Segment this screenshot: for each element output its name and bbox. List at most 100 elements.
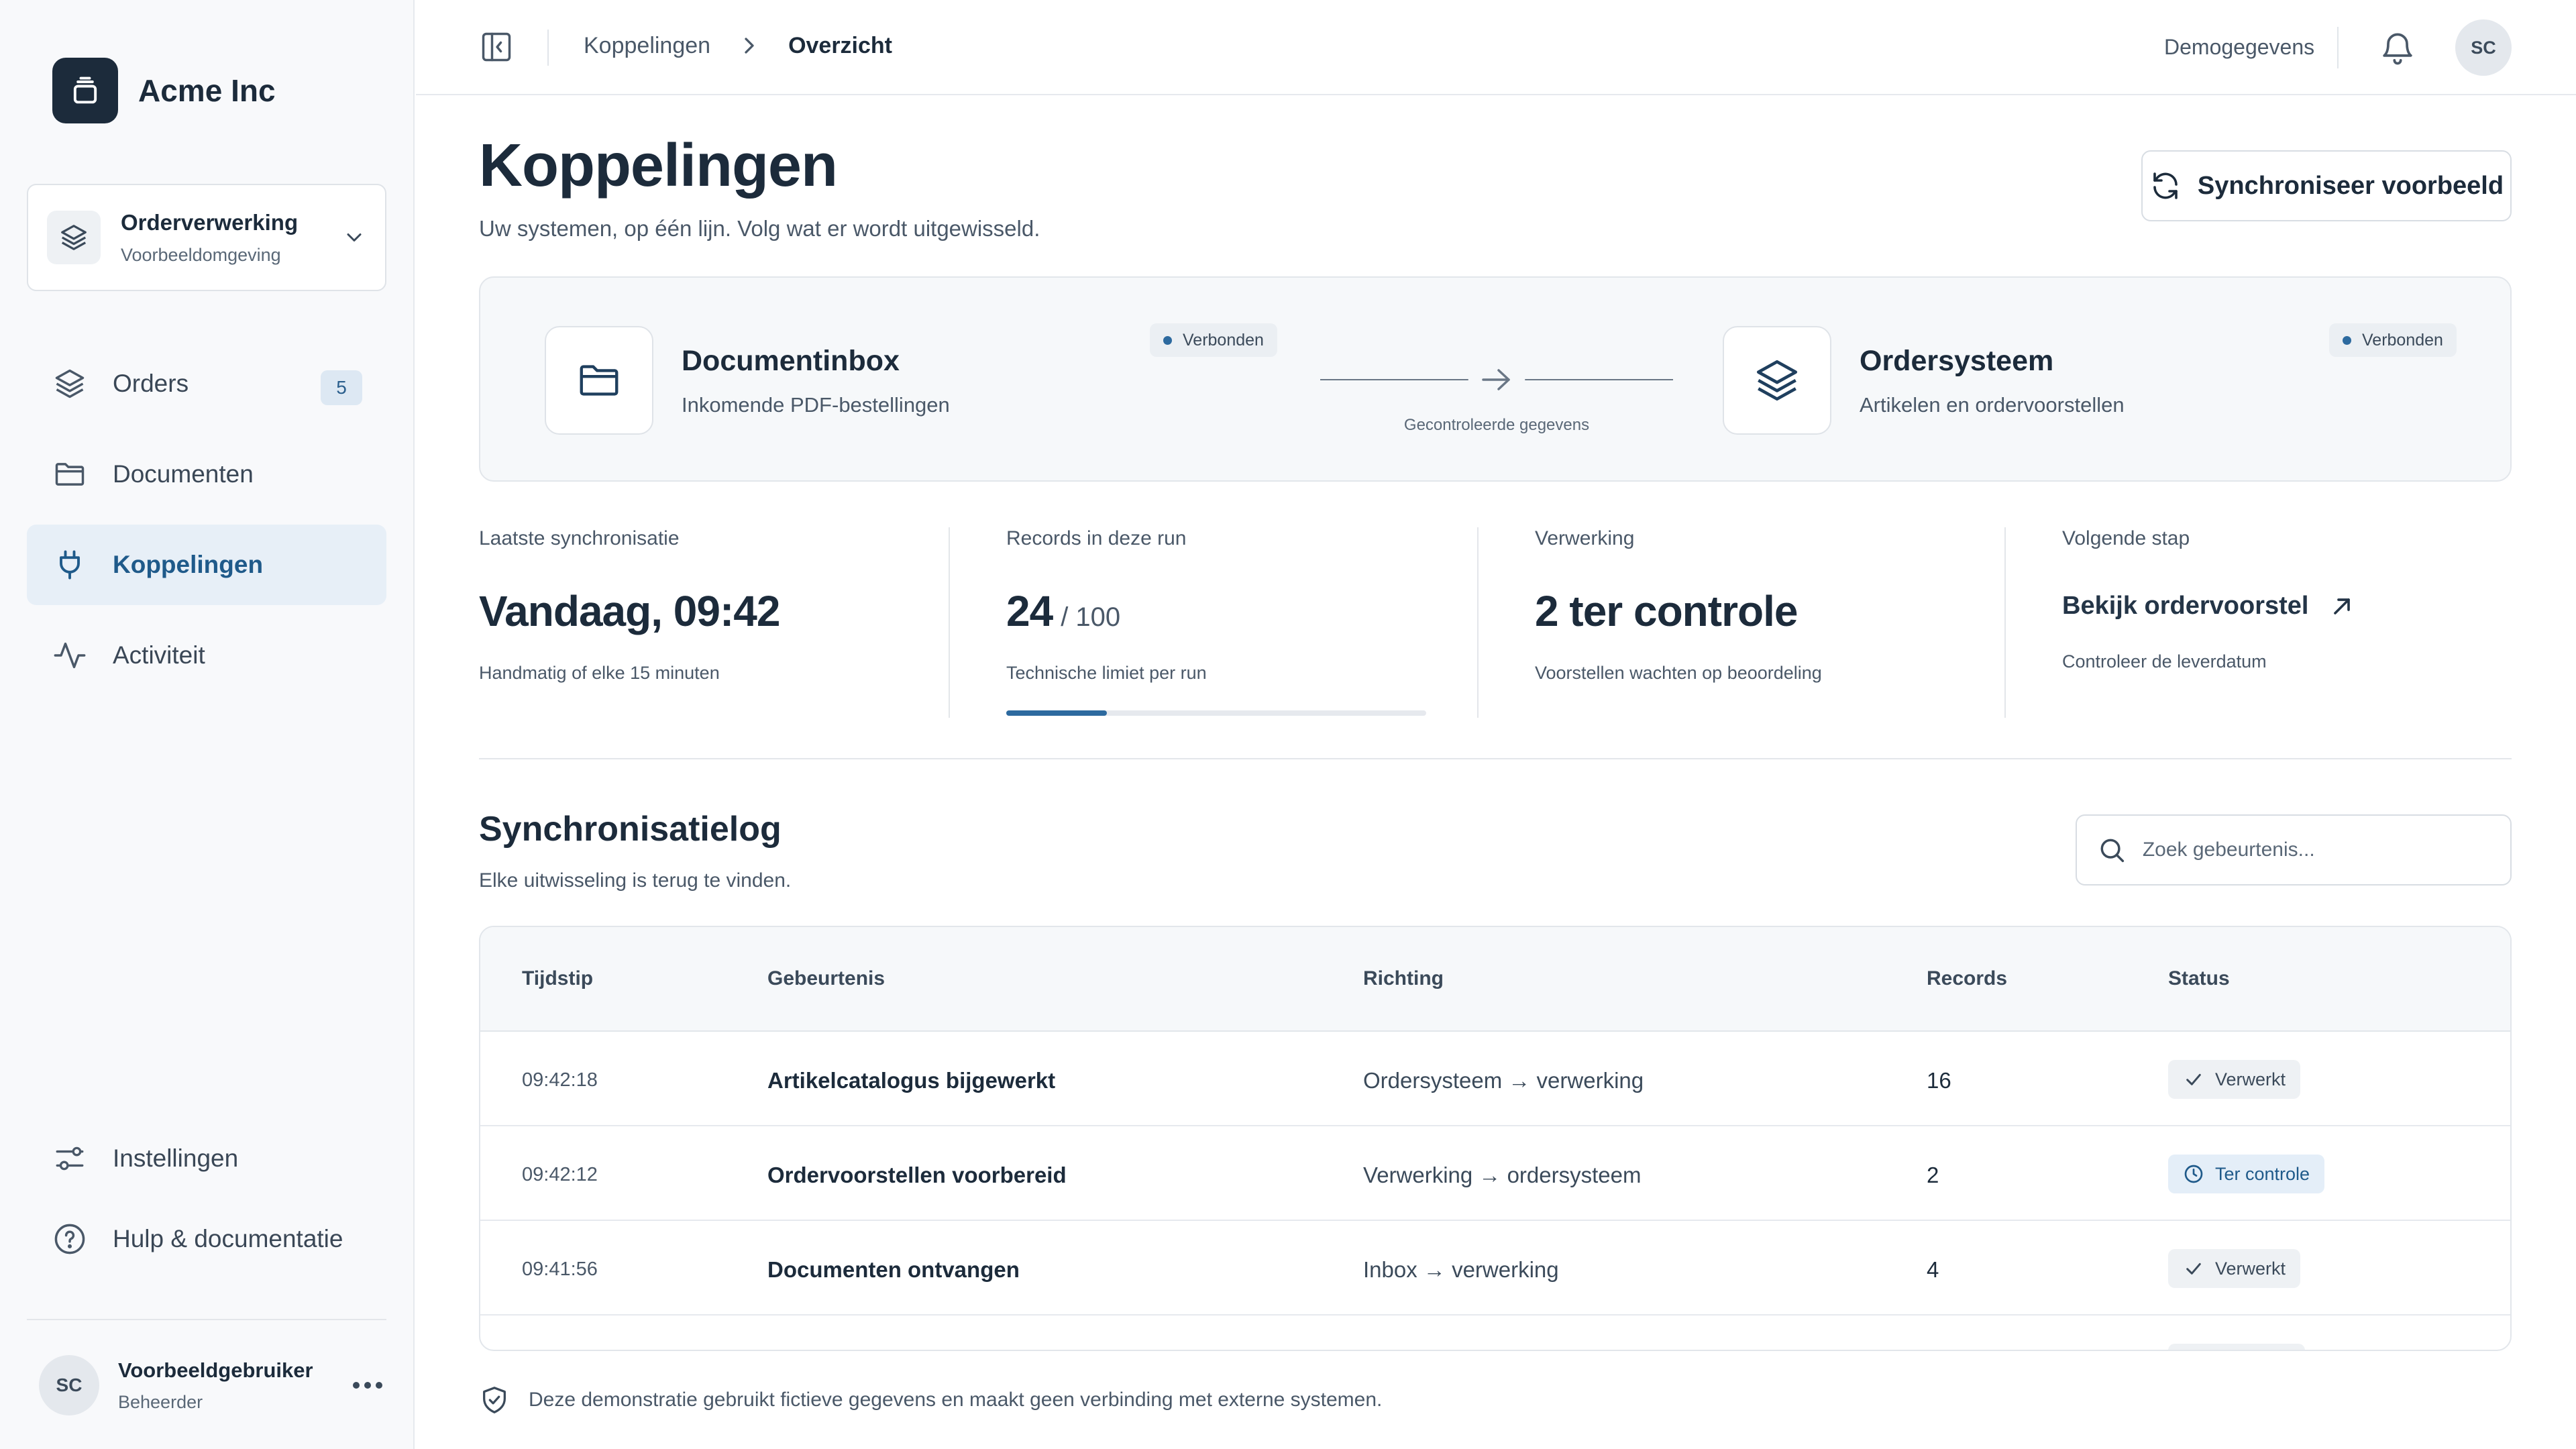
status-label: Verbonden [2362, 330, 2443, 350]
row-time: 09:42:18 [522, 1069, 598, 1091]
status-badge [2168, 1344, 2305, 1350]
avatar[interactable]: SC [2455, 19, 2512, 76]
status-dot-icon [2343, 335, 2351, 345]
sidebar-item-label: Orders [113, 370, 189, 397]
sidebar-item-label: Documenten [113, 460, 254, 488]
sidebar-item-label: Instellingen [113, 1144, 239, 1172]
status-label: Verbonden [1183, 330, 1264, 350]
row-time: 09:42:12 [522, 1164, 598, 1185]
sidebar-item-koppelingen[interactable]: Koppelingen [27, 525, 386, 605]
sync-preview-button[interactable]: Synchroniseer voorbeeld [2141, 150, 2512, 221]
topbar: Koppelingen Overzicht Demogegevens SC [416, 0, 2576, 95]
sidebar-item-label: Hulp & documentatie [113, 1225, 343, 1252]
section-subtitle: Elke uitwisseling is terug te vinden. [479, 869, 792, 892]
status-label: Verwerkt [2215, 1258, 2286, 1279]
sidebar-item-documenten[interactable]: Documenten [27, 434, 386, 515]
bell-icon[interactable] [2379, 28, 2416, 66]
stat-value: Vandaag, 09:42 [479, 587, 780, 635]
divider [2337, 27, 2339, 68]
disclaimer-text: Deze demonstratie gebruikt fictieve gege… [529, 1389, 1383, 1411]
stats-row: Laatste synchronisatie Vandaag, 09:42 Ha… [479, 527, 2512, 718]
sync-log-table: Tijdstip Gebeurtenis Richting Records St… [479, 926, 2512, 1351]
workspace-switcher[interactable]: Orderverwerking Voorbeeldomgeving [27, 184, 386, 291]
row-event: Ordervoorstellen voorbereid [767, 1163, 1067, 1187]
table-row[interactable]: 09:42:12 Ordervoorstellen voorbereid Ver… [480, 1126, 2510, 1221]
sidebar-item-instellingen[interactable]: Instellingen [27, 1122, 386, 1195]
workspace-title: Orderverwerking [121, 209, 299, 235]
status-dot-icon [1163, 335, 1172, 345]
refresh-icon [2153, 172, 2178, 199]
status-badge: Verwerkt [2168, 1249, 2301, 1288]
records-progress-bar [1006, 710, 1426, 716]
records-progress-fill [1006, 710, 1108, 716]
row-records: 4 [1927, 1257, 1939, 1282]
stat-value: 24 / 100 [1006, 586, 1476, 636]
sidebar-item-help[interactable]: Hulp & documentatie [27, 1202, 386, 1276]
table-header: Tijdstip Gebeurtenis Richting Records St… [480, 927, 2510, 1032]
column-header-event[interactable]: Gebeurtenis [767, 967, 885, 990]
divider [2004, 527, 2006, 718]
row-time: 09:41:56 [522, 1258, 598, 1280]
status-label: Verwerkt [2215, 1069, 2286, 1089]
column-header-records[interactable]: Records [1927, 967, 2007, 990]
help-circle-icon [51, 1220, 89, 1258]
check-icon [2186, 1263, 2201, 1275]
target-system-subtitle: Artikelen en ordervoorstellen [1860, 393, 2125, 417]
status-badge: Verwerkt [2168, 1060, 2301, 1099]
divider [547, 30, 549, 66]
stat-next-step: Volgende stap Bekijk ordervoorstel Contr… [2062, 527, 2512, 718]
sidebar-toggle-icon[interactable] [479, 30, 514, 64]
sidebar-item-activiteit[interactable]: Activiteit [27, 615, 386, 696]
view-order-proposal-link[interactable]: Bekijk ordervoorstel [2062, 592, 2512, 621]
divider [949, 527, 950, 718]
row-direction: Inbox → verwerking [1363, 1257, 1559, 1282]
arrow-up-right-icon [2334, 598, 2351, 614]
breadcrumb-item[interactable]: Koppelingen [584, 33, 710, 59]
stat-note: Technische limiet per run [1006, 663, 1207, 683]
flow-arrow-icon [1320, 369, 1673, 390]
layers-icon [51, 365, 89, 402]
brand[interactable]: Acme Inc [52, 58, 276, 123]
stat-label: Verwerking [1535, 527, 1635, 549]
brand-logo-icon [52, 58, 118, 123]
stat-value: 2 ter controle [1535, 587, 1798, 635]
status-badge: Verbonden [1150, 323, 1277, 357]
connection-panel: Documentinbox Inkomende PDF-bestellingen… [479, 276, 2512, 482]
source-system-title: Documentinbox [682, 345, 900, 377]
user-menu[interactable]: SC Voorbeeldgebruiker Beheerder [39, 1355, 388, 1415]
status-label: Ter controle [2215, 1163, 2310, 1184]
user-name: Voorbeeldgebruiker [118, 1358, 313, 1382]
row-records: 2 [1927, 1163, 1939, 1187]
clock-icon [2184, 1165, 2203, 1183]
search-input[interactable] [2142, 839, 2490, 861]
demo-data-link[interactable]: Demogegevens [2164, 35, 2314, 60]
more-options-icon[interactable] [347, 1372, 388, 1399]
stat-records: Records in deze run 24 / 100 Technische l… [1006, 527, 1476, 718]
column-header-time[interactable]: Tijdstip [522, 967, 593, 990]
sidebar-secondary-nav: Instellingen Hulp & documentatie [27, 1122, 386, 1283]
breadcrumb-current: Overzicht [788, 32, 893, 58]
sidebar-item-orders[interactable]: Orders 5 [27, 343, 386, 424]
row-event: Documenten ontvangen [767, 1257, 1020, 1282]
shield-check-icon [483, 1387, 506, 1413]
column-header-status[interactable]: Status [2168, 967, 2230, 990]
layers-icon [1723, 326, 1831, 435]
search-box[interactable] [2076, 814, 2512, 885]
column-header-direction[interactable]: Richting [1363, 967, 1444, 990]
orders-count-badge: 5 [321, 370, 362, 405]
stat-label: Volgende stap [2062, 527, 2190, 549]
stat-note: Handmatig of elke 15 minuten [479, 663, 720, 683]
records-count: 24 [1006, 587, 1053, 635]
stat-label: Records in deze run [1006, 527, 1187, 549]
stat-processing: Verwerking 2 ter controle Voorstellen wa… [1535, 527, 2004, 718]
chevron-down-icon [347, 233, 362, 241]
row-records: 16 [1927, 1068, 1951, 1093]
search-icon [2100, 839, 2125, 863]
divider [1477, 527, 1479, 718]
layers-icon [47, 211, 101, 264]
check-icon [2186, 1073, 2201, 1085]
table-row[interactable]: 09:41:56 Documenten ontvangen Inbox → ve… [480, 1221, 2510, 1316]
user-role: Beheerder [118, 1391, 203, 1412]
table-row[interactable]: 09:42:18 Artikelcatalogus bijgewerkt Ord… [480, 1032, 2510, 1126]
avatar: SC [39, 1355, 99, 1415]
